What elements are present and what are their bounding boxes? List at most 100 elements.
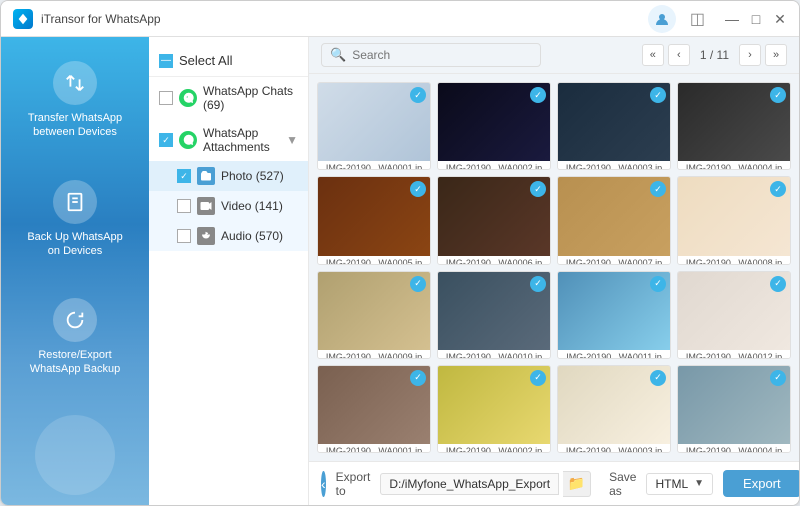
- photo-item[interactable]: IMG-20190...WA0009.jp: [317, 271, 431, 359]
- back-button[interactable]: ‹: [321, 471, 326, 497]
- photo-item[interactable]: IMG-20190...WA0003.jp: [557, 82, 671, 170]
- photo-selected-indicator: [650, 276, 666, 292]
- tree-sub-video[interactable]: Video (141): [149, 191, 308, 221]
- export-folder-button[interactable]: 📁: [563, 471, 591, 497]
- photo-filename: IMG-20190...WA0001.jp: [318, 444, 430, 453]
- photo-selected-indicator: [530, 87, 546, 103]
- photo-item[interactable]: IMG-20190...WA0004.jp: [677, 82, 791, 170]
- last-page-button[interactable]: »: [765, 44, 787, 66]
- title-bar-icons: ◫: [648, 5, 705, 33]
- pagination: « ‹ 1 / 11 › »: [642, 44, 787, 66]
- select-all-row[interactable]: Select All: [149, 45, 308, 77]
- save-as-dropdown[interactable]: HTML ▼: [646, 473, 713, 495]
- photo-selected-indicator: [650, 87, 666, 103]
- expand-icon[interactable]: ▼: [286, 133, 298, 147]
- first-page-button[interactable]: «: [642, 44, 664, 66]
- photo-selected-indicator: [530, 370, 546, 386]
- user-icon[interactable]: [648, 5, 676, 33]
- audio-label: Audio (570): [221, 229, 298, 243]
- photo-item[interactable]: IMG-20190...WA0008.jp: [677, 176, 791, 264]
- search-icon: 🔍: [330, 47, 346, 63]
- title-bar-left: iTransor for WhatsApp: [13, 9, 161, 29]
- minimize-button[interactable]: —: [725, 12, 739, 26]
- tree-sub-audio[interactable]: Audio (570): [149, 221, 308, 251]
- whatsapp-icon-2: [179, 131, 197, 149]
- export-button[interactable]: Export: [723, 470, 799, 497]
- photo-checkbox[interactable]: [177, 169, 191, 183]
- sidebar-item-restore[interactable]: Restore/ExportWhatsApp Backup: [1, 290, 149, 385]
- tree-item-attachments[interactable]: WhatsApp Attachments ▼: [149, 119, 308, 161]
- close-button[interactable]: ✕: [773, 12, 787, 26]
- photo-filename: IMG-20190...WA0006.jp: [438, 256, 550, 265]
- photo-selected-indicator: [770, 370, 786, 386]
- chats-checkbox[interactable]: [159, 91, 173, 105]
- audio-folder-icon: [197, 227, 215, 245]
- sidebar: Transfer WhatsAppbetween Devices Back Up…: [1, 37, 149, 505]
- video-label: Video (141): [221, 199, 298, 213]
- photo-item[interactable]: IMG-20190...WA0007.jp: [557, 176, 671, 264]
- sidebar-item-backup[interactable]: Back Up WhatsAppon Devices: [1, 172, 149, 267]
- left-panel: Select All WhatsApp Chats (69) WhatsApp …: [149, 37, 309, 505]
- app-title: iTransor for WhatsApp: [41, 12, 161, 26]
- next-page-button[interactable]: ›: [739, 44, 761, 66]
- photo-selected-indicator: [410, 87, 426, 103]
- tree-item-chats[interactable]: WhatsApp Chats (69): [149, 77, 308, 119]
- chevron-down-icon: ▼: [694, 478, 704, 489]
- photo-item[interactable]: IMG-20190...WA0005.jp: [317, 176, 431, 264]
- photo-filename: IMG-20190...WA0004.jp: [678, 444, 790, 453]
- photo-item[interactable]: IMG-20190...WA0002.jp: [437, 82, 551, 170]
- photo-item[interactable]: IMG-20190...WA0002.jp: [437, 365, 551, 453]
- attachments-checkbox[interactable]: [159, 133, 173, 147]
- photo-item[interactable]: IMG-20190...WA0001.jp: [317, 82, 431, 170]
- photo-selected-indicator: [410, 370, 426, 386]
- photo-selected-indicator: [410, 276, 426, 292]
- photo-filename: IMG-20190...WA0002.jp: [438, 161, 550, 170]
- sidebar-restore-label: Restore/ExportWhatsApp Backup: [30, 348, 121, 377]
- photo-item[interactable]: IMG-20190...WA0004.jp: [677, 365, 791, 453]
- video-checkbox[interactable]: [177, 199, 191, 213]
- photo-label: Photo (527): [221, 169, 298, 183]
- audio-checkbox[interactable]: [177, 229, 191, 243]
- photo-item[interactable]: IMG-20190...WA0011.jp: [557, 271, 671, 359]
- photo-filename: IMG-20190...WA0001.jp: [318, 161, 430, 170]
- photo-filename: IMG-20190...WA0005.jp: [318, 256, 430, 265]
- photo-item[interactable]: IMG-20190...WA0001.jp: [317, 365, 431, 453]
- photo-filename: IMG-20190...WA0009.jp: [318, 350, 430, 359]
- photo-filename: IMG-20190...WA0007.jp: [558, 256, 670, 265]
- photo-item[interactable]: IMG-20190...WA0010.jp: [437, 271, 551, 359]
- tree-sub-photo[interactable]: Photo (527): [149, 161, 308, 191]
- search-input[interactable]: [352, 48, 532, 62]
- photo-grid: IMG-20190...WA0001.jp IMG-20190...WA0002.…: [309, 74, 799, 461]
- page-info: 1 / 11: [694, 48, 735, 62]
- export-path-text: D:/iMyfone_WhatsApp_Export: [380, 473, 559, 495]
- photo-selected-indicator: [770, 87, 786, 103]
- photo-filename: IMG-20190...WA0011.jp: [558, 350, 670, 359]
- maximize-button[interactable]: □: [749, 12, 763, 26]
- title-bar: iTransor for WhatsApp ◫ — □ ✕: [1, 1, 799, 37]
- sidebar-decoration: [35, 415, 115, 495]
- photo-filename: IMG-20190...WA0010.jp: [438, 350, 550, 359]
- sidebar-item-transfer[interactable]: Transfer WhatsAppbetween Devices: [1, 53, 149, 148]
- save-as-label: Save as: [609, 470, 636, 498]
- sidebar-transfer-label: Transfer WhatsAppbetween Devices: [28, 111, 122, 140]
- backup-icon: [53, 180, 97, 224]
- attachments-label: WhatsApp Attachments: [203, 126, 280, 154]
- chat-icon[interactable]: ◫: [690, 9, 705, 29]
- search-box[interactable]: 🔍: [321, 43, 541, 67]
- whatsapp-icon: [179, 89, 197, 107]
- video-folder-icon: [197, 197, 215, 215]
- photo-item[interactable]: IMG-20190...WA0012.jp: [677, 271, 791, 359]
- title-bar-controls: ◫ — □ ✕: [648, 5, 787, 33]
- photo-filename: IMG-20190...WA0003.jp: [558, 161, 670, 170]
- photo-item[interactable]: IMG-20190...WA0003.jp: [557, 365, 671, 453]
- photo-item[interactable]: IMG-20190...WA0006.jp: [437, 176, 551, 264]
- select-all-checkbox[interactable]: [159, 54, 173, 68]
- app-window: iTransor for WhatsApp ◫ — □ ✕ Transfer W…: [0, 0, 800, 506]
- bottom-bar: ‹ Export to D:/iMyfone_WhatsApp_Export 📁…: [309, 461, 799, 505]
- photo-selected-indicator: [530, 276, 546, 292]
- restore-icon: [53, 298, 97, 342]
- photo-filename: IMG-20190...WA0008.jp: [678, 256, 790, 265]
- prev-page-button[interactable]: ‹: [668, 44, 690, 66]
- photo-filename: IMG-20190...WA0003.jp: [558, 444, 670, 453]
- photo-filename: IMG-20190...WA0004.jp: [678, 161, 790, 170]
